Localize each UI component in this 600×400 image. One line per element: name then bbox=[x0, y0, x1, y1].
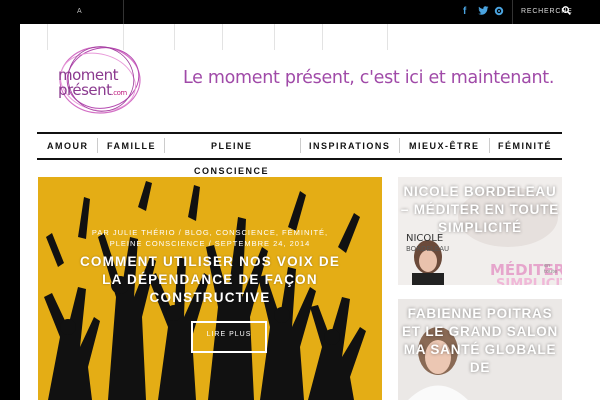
twitter-icon[interactable] bbox=[478, 6, 489, 19]
logo-wordmark: moment présent.com bbox=[58, 68, 148, 101]
site-tagline: Le moment présent, c'est ici et maintena… bbox=[183, 68, 555, 88]
card-image-surname: BORDELEAU bbox=[406, 245, 450, 253]
meta-separator: / bbox=[208, 239, 212, 248]
card-title[interactable]: FABIENNE POITRAS ET LE GRAND SALON MA SA… bbox=[398, 305, 562, 377]
gear-icon[interactable] bbox=[494, 6, 504, 19]
featured-post[interactable]: PAR JULIE THÉRIO / BLOG, CONSCIENCE, FÉM… bbox=[38, 177, 382, 400]
topbar-link[interactable]: A bbox=[77, 8, 83, 15]
facebook-icon[interactable]: f bbox=[463, 6, 466, 17]
page-container: moment présent.com Le moment présent, c'… bbox=[20, 24, 600, 400]
post-date: SEPTEMBRE 24, 2014 bbox=[214, 239, 311, 248]
nav-separator bbox=[399, 138, 400, 153]
logo-suffix: .com bbox=[111, 89, 128, 97]
nav-item-conscience[interactable]: CONSCIENCE bbox=[194, 166, 269, 176]
nav-separator bbox=[489, 138, 490, 153]
logo-line-2-text: présent bbox=[58, 81, 112, 99]
topbar-divider bbox=[512, 0, 513, 24]
nav-border-bottom bbox=[37, 158, 562, 160]
sidebar-post-card[interactable]: NICOLE BORDELEAU MÉDITER en toute SIMPLI… bbox=[398, 177, 562, 285]
grid-line bbox=[322, 24, 323, 50]
post-title[interactable]: COMMENT UTILISER NOS VOIX DE LA DÉPENDAN… bbox=[38, 253, 382, 307]
post-author[interactable]: JULIE THÉRIO bbox=[113, 228, 176, 237]
nav-border-top bbox=[37, 132, 562, 134]
nav-separator bbox=[300, 138, 301, 153]
card-image-word3: SIMPLICITÉ bbox=[496, 277, 562, 285]
grid-line bbox=[222, 24, 223, 50]
nav-item-inspirations[interactable]: INSPIRATIONS bbox=[309, 141, 390, 151]
meta-prefix: PAR bbox=[91, 228, 110, 237]
sidebar-post-card[interactable]: FABIENNE POITRAS ET LE GRAND SALON MA SA… bbox=[398, 299, 562, 400]
nav-item-amour[interactable]: AMOUR bbox=[47, 141, 89, 151]
read-more-button[interactable]: LIRE PLUS bbox=[191, 321, 267, 353]
nav-item-mieux-etre[interactable]: MIEUX-ÊTRE bbox=[409, 141, 480, 151]
grid-line bbox=[387, 24, 388, 50]
nav-item-famille[interactable]: FAMILLE bbox=[107, 141, 156, 151]
meta-separator: / bbox=[178, 228, 182, 237]
search-icon[interactable] bbox=[562, 6, 571, 15]
nav-separator bbox=[97, 138, 98, 153]
nav-item-feminite[interactable]: FÉMINITÉ bbox=[498, 141, 552, 151]
card-title[interactable]: NICOLE BORDELEAU – MÉDITER EN TOUTE SIMP… bbox=[398, 183, 562, 237]
top-bar: A f RECHERCHE bbox=[0, 0, 600, 24]
card-image-word2: en toute bbox=[544, 263, 558, 275]
nav-item-pleine[interactable]: PLEINE bbox=[211, 141, 253, 151]
grid-line bbox=[274, 24, 275, 50]
featured-overlay: PAR JULIE THÉRIO / BLOG, CONSCIENCE, FÉM… bbox=[38, 227, 382, 307]
post-meta: PAR JULIE THÉRIO / BLOG, CONSCIENCE, FÉM… bbox=[38, 227, 382, 249]
grid-line bbox=[47, 24, 48, 50]
topbar-divider bbox=[123, 0, 124, 24]
nav-separator bbox=[164, 138, 165, 153]
grid-line bbox=[174, 24, 175, 50]
logo-line-2: présent.com bbox=[58, 83, 148, 101]
